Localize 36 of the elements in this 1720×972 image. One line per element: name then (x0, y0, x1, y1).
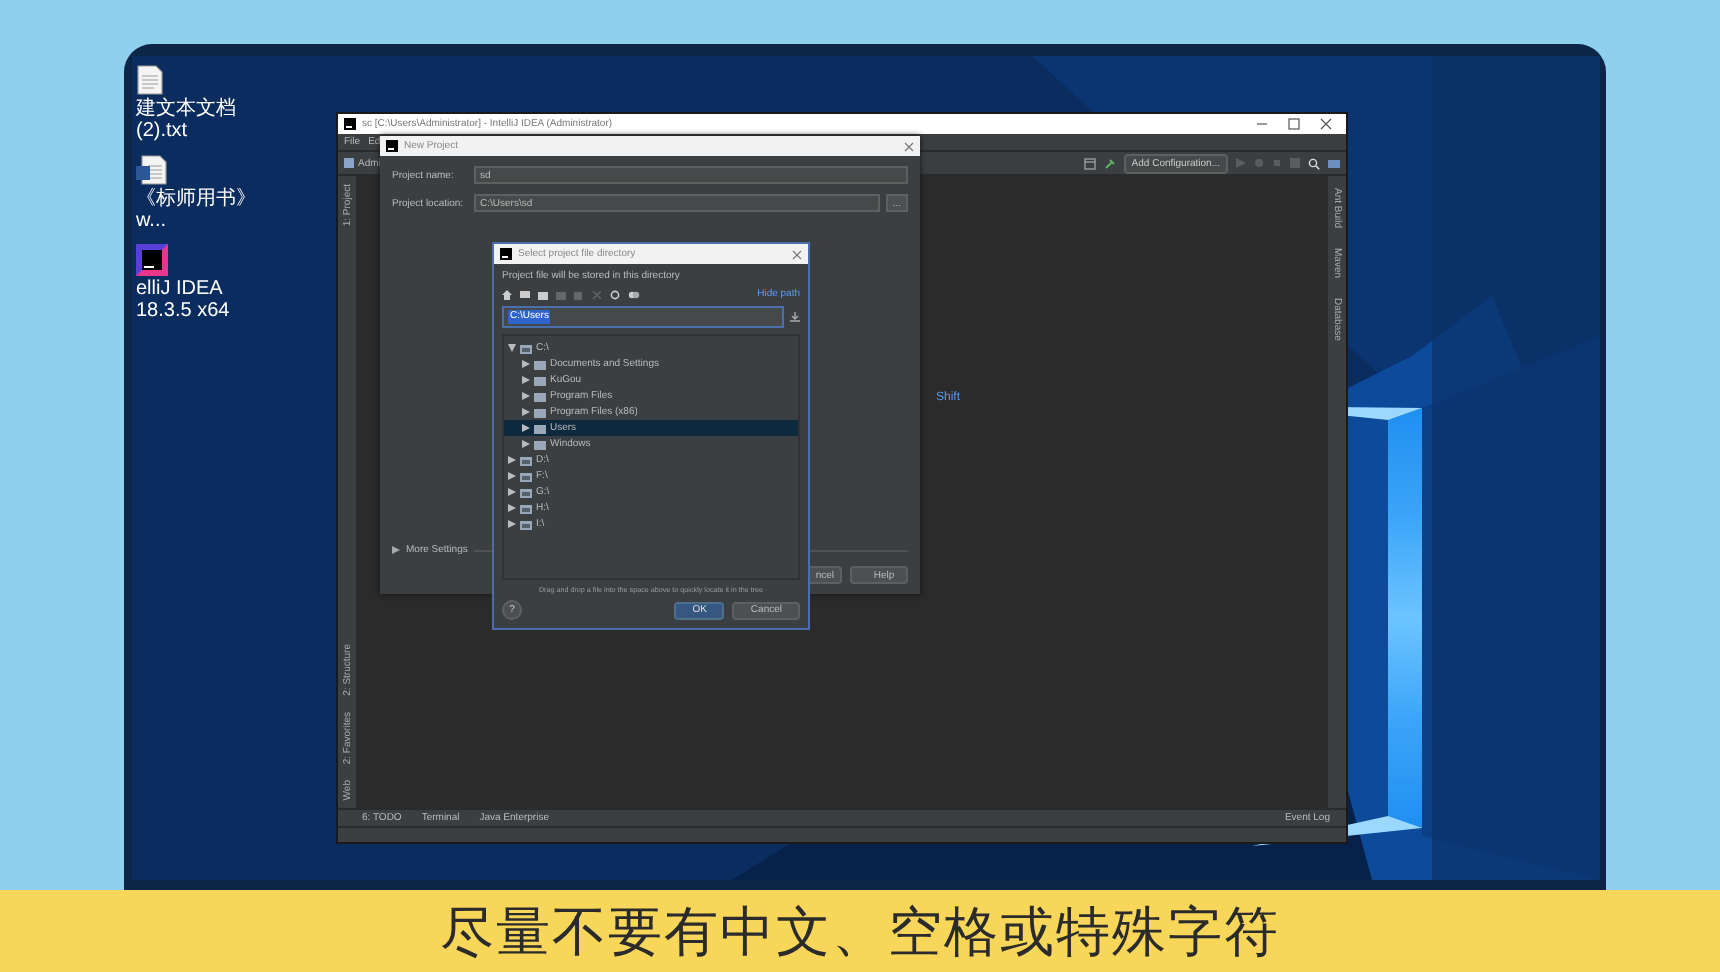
app-icon (500, 248, 512, 260)
link-icon[interactable] (628, 289, 640, 299)
maximize-icon[interactable] (1288, 118, 1300, 130)
expand-arrow-icon[interactable] (522, 376, 530, 384)
refresh-icon[interactable] (610, 289, 620, 299)
close-icon[interactable] (792, 249, 802, 259)
monitor-icon[interactable] (520, 289, 530, 299)
expand-arrow-icon[interactable] (508, 504, 516, 512)
app-icon[interactable] (136, 244, 168, 276)
icon-label: 建文本文档 (2).txt (136, 98, 238, 142)
expand-arrow-icon[interactable] (522, 408, 530, 416)
text-file-icon[interactable] (136, 64, 164, 96)
expand-arrow-icon[interactable] (508, 344, 516, 352)
home-icon[interactable] (502, 289, 512, 299)
minimize-icon[interactable] (1256, 118, 1268, 130)
expand-arrow-icon[interactable] (508, 520, 516, 528)
expand-arrow-icon[interactable] (508, 488, 516, 496)
search-icon[interactable] (1308, 157, 1320, 169)
expand-arrow-icon[interactable] (508, 472, 516, 480)
close-icon[interactable] (904, 141, 914, 151)
expand-arrow-icon[interactable] (522, 392, 530, 400)
hammer-icon[interactable] (1103, 157, 1116, 169)
window-icon[interactable] (1083, 157, 1096, 169)
expand-arrow-icon[interactable] (522, 360, 530, 368)
close-icon[interactable] (1320, 118, 1332, 130)
document-file-icon[interactable] (136, 154, 168, 186)
expand-arrow-icon[interactable] (392, 546, 400, 554)
icon-label: elliJ IDEA 18.3.5 x64 (136, 278, 232, 322)
expand-arrow-icon[interactable] (508, 456, 516, 464)
app-icon (386, 140, 398, 152)
expand-arrow-icon[interactable] (522, 424, 530, 432)
subtitle-caption: 尽量不要有中文、空格或特殊字符 (440, 899, 1280, 967)
download-icon[interactable] (790, 312, 800, 322)
icon-label: 《标师用书》w... (136, 188, 256, 232)
expand-arrow-icon[interactable] (522, 440, 530, 448)
drive-icon (520, 343, 532, 353)
